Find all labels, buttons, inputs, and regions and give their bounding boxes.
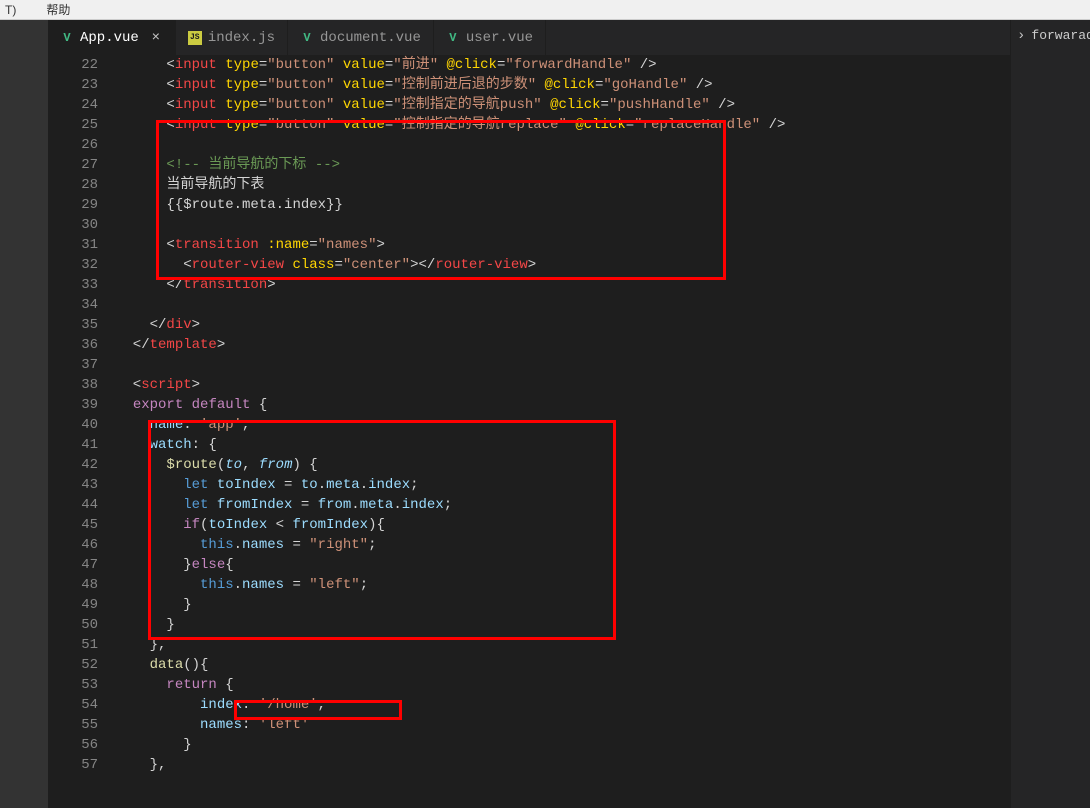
line-number-gutter: 2223242526272829303132333435363738394041… [48,55,116,808]
line-number: 39 [48,395,98,415]
tab-label: App.vue [80,30,139,46]
tab-document-vue[interactable]: Vdocument.vue [288,20,434,55]
menu-item-help[interactable]: 帮助 [46,1,70,18]
code-line[interactable]: } [116,615,1010,635]
code-line[interactable]: $route(to, from) { [116,455,1010,475]
line-number: 38 [48,375,98,395]
line-number: 23 [48,75,98,95]
code-line[interactable]: </template> [116,335,1010,355]
code-line[interactable]: names: 'left' [116,715,1010,735]
close-icon[interactable]: × [149,30,163,46]
editor-viewport[interactable]: 2223242526272829303132333435363738394041… [48,55,1010,808]
tab-bar: VApp.vue×JSindex.jsVdocument.vueVuser.vu… [48,20,1010,55]
line-number: 40 [48,415,98,435]
menu-item-t[interactable]: T) [5,3,16,17]
line-number: 41 [48,435,98,455]
line-number: 35 [48,315,98,335]
code-line[interactable]: <input type="button" value="控制指定的导航repla… [116,115,1010,135]
line-number: 25 [48,115,98,135]
code-line[interactable]: let fromIndex = from.meta.index; [116,495,1010,515]
code-line[interactable]: if(toIndex < fromIndex){ [116,515,1010,535]
code-line[interactable]: }, [116,755,1010,775]
code-line[interactable]: </div> [116,315,1010,335]
js-icon: JS [188,31,202,45]
line-number: 52 [48,655,98,675]
line-number: 26 [48,135,98,155]
line-number: 37 [48,355,98,375]
code-line[interactable]: this.names = "right"; [116,535,1010,555]
line-number: 22 [48,55,98,75]
code-line[interactable]: name: 'app', [116,415,1010,435]
line-number: 57 [48,755,98,775]
breadcrumb-panel: › forwaradH [1010,20,1090,808]
tab-index-js[interactable]: JS index.js [176,20,288,55]
line-number: 53 [48,675,98,695]
line-number: 45 [48,515,98,535]
vue-icon: V [446,31,460,45]
code-line[interactable]: }, [116,635,1010,655]
code-line[interactable]: index: '/home', [116,695,1010,715]
code-line[interactable]: <input type="button" value="控制指定的导航push"… [116,95,1010,115]
line-number: 32 [48,255,98,275]
line-number: 54 [48,695,98,715]
code-line[interactable]: </transition> [116,275,1010,295]
line-number: 43 [48,475,98,495]
code-line[interactable]: <router-view class="center"></router-vie… [116,255,1010,275]
line-number: 47 [48,555,98,575]
line-number: 34 [48,295,98,315]
code-line[interactable]: <script> [116,375,1010,395]
tab-App-vue[interactable]: V App.vue × [48,20,176,55]
tab-label: document.vue [320,30,421,46]
line-number: 30 [48,215,98,235]
code-line[interactable]: } [116,595,1010,615]
line-number: 36 [48,335,98,355]
code-line[interactable]: let toIndex = to.meta.index; [116,475,1010,495]
code-line[interactable] [116,135,1010,155]
tab-user-vue[interactable]: Vuser.vue [434,20,546,55]
line-number: 27 [48,155,98,175]
chevron-right-icon[interactable]: › [1011,26,1031,46]
breadcrumb-item[interactable]: forwaradH [1031,26,1090,45]
editor-group: VApp.vue×JSindex.jsVdocument.vueVuser.vu… [48,20,1010,808]
tab-label: user.vue [466,30,533,46]
code-line[interactable]: <transition :name="names"> [116,235,1010,255]
line-number: 31 [48,235,98,255]
code-line[interactable]: this.names = "left"; [116,575,1010,595]
vue-icon: V [300,31,314,45]
code-line[interactable]: export default { [116,395,1010,415]
line-number: 28 [48,175,98,195]
line-number: 51 [48,635,98,655]
line-number: 56 [48,735,98,755]
code-line[interactable]: 当前导航的下表 [116,175,1010,195]
code-line[interactable]: <!-- 当前导航的下标 --> [116,155,1010,175]
code-line[interactable] [116,355,1010,375]
code-line[interactable] [116,295,1010,315]
activity-bar[interactable] [0,20,48,808]
code-line[interactable]: data(){ [116,655,1010,675]
workspace: VApp.vue×JSindex.jsVdocument.vueVuser.vu… [0,20,1090,808]
line-number: 42 [48,455,98,475]
line-number: 44 [48,495,98,515]
code-line[interactable]: }else{ [116,555,1010,575]
code-line[interactable]: {{$route.meta.index}} [116,195,1010,215]
line-number: 33 [48,275,98,295]
window-menu-bar: T) 帮助 [0,0,1090,20]
line-number: 46 [48,535,98,555]
line-number: 50 [48,615,98,635]
code-line[interactable]: return { [116,675,1010,695]
vue-icon: V [60,31,74,45]
line-number: 24 [48,95,98,115]
line-number: 49 [48,595,98,615]
code-line[interactable]: } [116,735,1010,755]
tab-label: index.js [208,30,275,46]
line-number: 48 [48,575,98,595]
code-line[interactable]: <input type="button" value="控制前进后退的步数" @… [116,75,1010,95]
line-number: 29 [48,195,98,215]
code-line[interactable]: <input type="button" value="前进" @click="… [116,55,1010,75]
line-number: 55 [48,715,98,735]
code-area[interactable]: <input type="button" value="前进" @click="… [116,55,1010,808]
code-line[interactable] [116,215,1010,235]
code-line[interactable]: watch: { [116,435,1010,455]
